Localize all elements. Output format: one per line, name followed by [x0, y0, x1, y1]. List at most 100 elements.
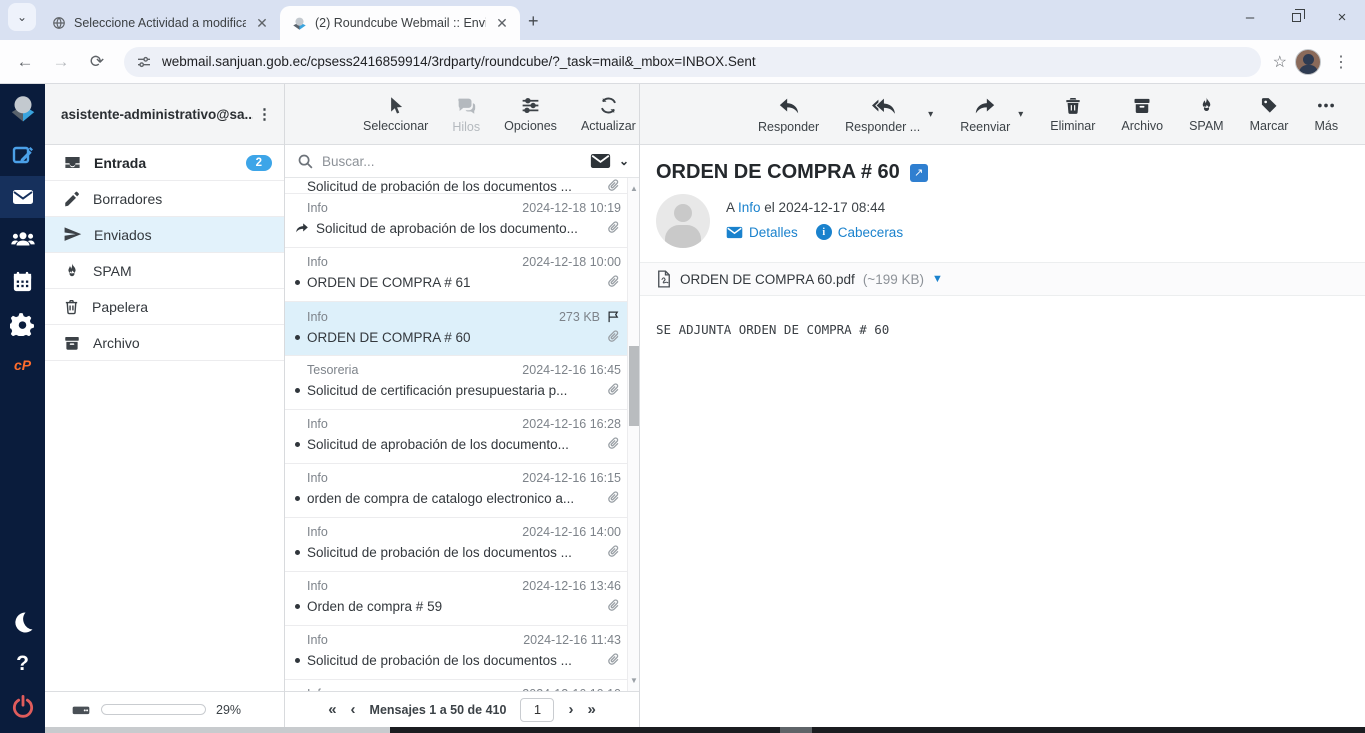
threads-button[interactable]: Hilos — [452, 95, 480, 134]
scroll-down-icon[interactable]: ▼ — [630, 676, 638, 685]
folder-entrada[interactable]: Entrada 2 — [45, 145, 284, 181]
message-subject: ORDEN DE COMPRA # 60 — [307, 329, 471, 345]
archive-button[interactable]: Archivo — [1121, 95, 1163, 133]
message-list-pane: Seleccionar Hilos Opciones Actualizar Bu… — [285, 84, 640, 727]
unread-dot — [295, 603, 300, 609]
message-row[interactable]: Solicitud de probación de los documentos… — [285, 178, 627, 194]
rail-mail-button[interactable] — [0, 176, 45, 218]
new-tab-button[interactable]: + — [528, 11, 539, 32]
search-options-caret-icon[interactable]: ⌄ — [619, 154, 629, 168]
logout-button[interactable] — [0, 685, 45, 727]
search-scope-envelope-icon[interactable] — [590, 153, 611, 169]
help-button[interactable]: ? — [0, 643, 45, 685]
forward-button[interactable]: → — [46, 47, 76, 77]
tab-seleccione-actividad[interactable]: Seleccione Actividad a modifica ✕ — [40, 6, 280, 40]
horizontal-scrollbar — [0, 727, 1365, 733]
folder-archivo[interactable]: Archivo — [45, 325, 284, 361]
page-number-input[interactable] — [520, 697, 555, 722]
sender-avatar — [656, 194, 710, 248]
window-close-button[interactable]: × — [1319, 0, 1365, 34]
reply-button[interactable]: Responder — [758, 95, 819, 134]
message-row[interactable]: Info 2024-12-16 13:46 Orden de compra # 5… — [285, 572, 627, 626]
message-sender: Info — [307, 255, 328, 269]
details-toggle[interactable]: Detalles — [726, 224, 798, 240]
message-row[interactable]: Tesoreria 2024-12-16 16:45 Solicitud de c… — [285, 356, 627, 410]
headers-toggle[interactable]: i Cabeceras — [815, 224, 903, 240]
scroll-up-icon[interactable]: ▲ — [630, 184, 638, 193]
tab-roundcube-webmail[interactable]: (2) Roundcube Webmail :: Envia ✕ — [280, 6, 520, 40]
message-list: Solicitud de probación de los documentos… — [285, 178, 639, 691]
flame-icon — [63, 262, 81, 280]
rail-contacts-button[interactable] — [0, 218, 45, 260]
message-row[interactable]: Info 2024-12-16 16:15 orden de compra de … — [285, 464, 627, 518]
message-row[interactable]: Info 2024-12-18 10:00 ORDEN DE COMPRA # 6… — [285, 248, 627, 302]
recipient-line: A Info el 2024-12-17 08:44 — [726, 200, 886, 215]
browser-menu-icon[interactable]: ⋮ — [1327, 52, 1355, 72]
options-button[interactable]: Opciones — [504, 95, 557, 133]
attachment-size: (~199 KB) — [862, 271, 924, 287]
select-button[interactable]: Seleccionar — [363, 95, 428, 133]
paperclip-icon — [601, 490, 621, 506]
forward-button-mail[interactable]: Reenviar ▾ — [960, 95, 1023, 134]
message-row[interactable]: Info 2024-12-16 10:10 — [285, 680, 627, 691]
browser-profile-avatar[interactable] — [1295, 48, 1321, 75]
message-subject-title: ORDEN DE COMPRA # 60 — [656, 161, 900, 183]
recipient-link[interactable]: Info — [738, 200, 761, 215]
message-row-selected[interactable]: Info 273 KB ORDEN DE COMPRA # 60 — [285, 302, 627, 356]
tab-close-icon[interactable]: ✕ — [254, 15, 270, 31]
message-subject: Solicitud de probación de los documentos… — [307, 544, 572, 560]
dark-mode-button[interactable] — [0, 601, 45, 643]
rail-settings-button[interactable] — [0, 302, 45, 344]
inbox-icon — [63, 153, 82, 172]
mark-button[interactable]: Marcar — [1250, 95, 1288, 133]
site-settings-icon[interactable] — [136, 54, 152, 70]
message-sender: Info — [307, 633, 328, 647]
quota-indicator: 29% — [45, 691, 284, 727]
message-row[interactable]: Info 2024-12-16 11:43 Solicitud de probac… — [285, 626, 627, 680]
pagination-bar: « ‹ Mensajes 1 a 50 de 410 › » — [285, 691, 639, 727]
account-menu-icon[interactable]: ⋮ — [253, 105, 276, 123]
contacts-people-icon — [10, 226, 36, 252]
next-page-button[interactable]: › — [568, 701, 573, 718]
folder-papelera[interactable]: Papelera — [45, 289, 284, 325]
spam-button[interactable]: SPAM — [1189, 95, 1224, 133]
rail-cpanel-button[interactable]: cP — [0, 344, 45, 386]
list-scrollbar[interactable]: ▲ ▼ — [627, 178, 639, 691]
folder-spam[interactable]: SPAM — [45, 253, 284, 289]
window-restore-button[interactable] — [1273, 0, 1319, 34]
folder-borradores[interactable]: Borradores — [45, 181, 284, 217]
message-row[interactable]: Info 2024-12-16 14:00 Solicitud de probac… — [285, 518, 627, 572]
delete-button[interactable]: Eliminar — [1050, 95, 1095, 133]
bookmark-star-icon[interactable]: ☆ — [1273, 52, 1287, 72]
hscroll-thumb[interactable] — [45, 727, 390, 733]
tab-close-icon[interactable]: ✕ — [494, 15, 510, 31]
message-row[interactable]: Info 2024-12-18 10:19 Solicitud de aproba… — [285, 194, 627, 248]
search-input[interactable] — [322, 153, 582, 169]
last-page-button[interactable]: » — [587, 701, 595, 718]
tab-search-button[interactable]: ⌄ — [8, 3, 36, 31]
reload-button[interactable]: ⟳ — [82, 47, 112, 77]
more-button[interactable]: Más — [1314, 95, 1338, 133]
window-minimize-button[interactable]: – — [1227, 0, 1273, 34]
flag-icon[interactable] — [606, 309, 621, 324]
reply-all-caret-icon[interactable]: ▾ — [928, 109, 933, 120]
unread-dot — [295, 657, 300, 663]
prev-page-button[interactable]: ‹ — [351, 701, 356, 718]
forward-caret-icon[interactable]: ▾ — [1018, 109, 1023, 120]
reply-all-button[interactable]: Responder ... ▾ — [845, 95, 933, 134]
back-button[interactable]: ← — [10, 47, 40, 77]
rail-calendar-button[interactable] — [0, 260, 45, 302]
refresh-button[interactable]: Actualizar — [581, 95, 636, 133]
scrollbar-thumb[interactable] — [629, 346, 639, 426]
attachment-name[interactable]: ORDEN DE COMPRA 60.pdf — [680, 272, 855, 287]
folder-enviados[interactable]: Enviados — [45, 217, 284, 253]
url-text[interactable]: webmail.sanjuan.gob.ec/cpsess2416859914/… — [162, 54, 1249, 69]
first-page-button[interactable]: « — [328, 701, 336, 718]
open-in-new-window-icon[interactable]: ↗ — [909, 163, 928, 182]
message-date: 2024-12-18 10:00 — [522, 255, 621, 269]
omnibox[interactable]: webmail.sanjuan.gob.ec/cpsess2416859914/… — [124, 46, 1261, 77]
message-sender: Info — [307, 201, 328, 215]
attachment-menu-caret-icon[interactable]: ▼ — [932, 273, 943, 285]
message-row[interactable]: Info 2024-12-16 16:28 Solicitud de aproba… — [285, 410, 627, 464]
compose-button[interactable] — [0, 134, 45, 176]
